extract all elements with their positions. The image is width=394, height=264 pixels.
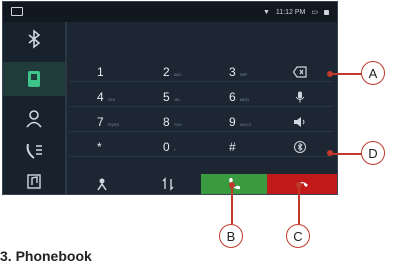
key-sublabel: TUV: [173, 122, 182, 127]
sidebar: [3, 22, 67, 194]
key-sublabel: JKL: [173, 97, 181, 102]
key-0[interactable]: 0 +: [135, 137, 201, 157]
key-7[interactable]: 7 PQRS: [69, 112, 135, 132]
bluetooth-link-icon: [28, 29, 41, 49]
key-label: 8: [163, 114, 170, 129]
sidebar-item-call-log[interactable]: [3, 134, 65, 168]
key-2[interactable]: 2 ABC: [135, 62, 201, 82]
callout-c: C: [286, 224, 310, 248]
contact-picker-button[interactable]: [69, 174, 135, 194]
backspace-button[interactable]: [267, 62, 333, 82]
callout-a: A: [361, 61, 385, 85]
signal-icon: ▼: [262, 8, 270, 16]
music-icon: [27, 174, 41, 189]
key-sublabel: WXYZ: [239, 122, 252, 127]
key-sublabel: PQRS: [107, 122, 120, 127]
person-icon: [97, 178, 107, 191]
key-6[interactable]: 6 MNO: [201, 87, 267, 107]
callout-d-line: [330, 153, 362, 155]
key-8[interactable]: 8 TUV: [135, 112, 201, 132]
sidebar-item-dialpad[interactable]: [3, 62, 67, 96]
status-time: 11:12 PM: [275, 8, 306, 16]
bluetooth-circle-icon: [294, 140, 306, 153]
key-label: 1: [97, 64, 104, 79]
speaker-icon: [294, 116, 305, 127]
transfer-arrows-icon: [162, 177, 174, 191]
microphone-icon: [295, 91, 305, 102]
callout-a-line: [330, 73, 362, 75]
key-label: 0: [163, 139, 170, 154]
key-star[interactable]: *: [69, 137, 135, 157]
speaker-button[interactable]: [267, 112, 333, 132]
settings-icon[interactable]: [324, 9, 329, 15]
key-hash[interactable]: #: [201, 137, 267, 157]
key-1[interactable]: 1: [69, 62, 135, 82]
key-label: 9: [229, 114, 236, 129]
key-sublabel: MNO: [239, 97, 250, 102]
battery-icon: ▭: [311, 9, 318, 16]
sidebar-divider: [65, 22, 67, 194]
key-sublabel: +: [173, 147, 177, 152]
callout-b-line: [231, 186, 233, 224]
home-icon[interactable]: [11, 7, 23, 16]
key-5[interactable]: 5 JKL: [135, 87, 201, 107]
bluetooth-handsfree-button[interactable]: [267, 137, 333, 157]
callout-b: B: [219, 224, 243, 248]
key-9[interactable]: 9 WXYZ: [201, 112, 267, 132]
contacts-icon: [26, 110, 42, 128]
key-4[interactable]: 4 GHI: [69, 87, 135, 107]
key-3[interactable]: 3 DEF: [201, 62, 267, 82]
sidebar-item-bluetooth[interactable]: [3, 22, 65, 56]
callout-c-line: [298, 186, 300, 224]
transfer-button[interactable]: [135, 174, 201, 194]
key-label: *: [97, 139, 102, 154]
key-label: 5: [163, 89, 170, 104]
sidebar-item-contacts[interactable]: [3, 102, 65, 136]
end-call-button[interactable]: [267, 174, 337, 194]
key-label: 7: [97, 114, 104, 129]
key-label: #: [229, 139, 236, 154]
key-sublabel: DEF: [239, 72, 248, 77]
key-label: 6: [229, 89, 236, 104]
key-label: 3: [229, 64, 236, 79]
status-bar: ▼ 11:12 PM ▭: [3, 2, 337, 22]
key-label: 4: [97, 89, 104, 104]
callout-d: D: [361, 141, 385, 165]
sidebar-item-music[interactable]: [3, 164, 65, 194]
key-label: 2: [163, 64, 170, 79]
key-sublabel: GHI: [107, 97, 115, 102]
dialpad-icon: [28, 71, 40, 87]
phone-screen: ▼ 11:12 PM ▭ 1 2 ABC 3 DEF 4 GHI 5 JKL 6…: [2, 1, 338, 195]
section-caption: 3. Phonebook: [0, 248, 92, 264]
call-log-icon: [26, 143, 42, 159]
key-sublabel: ABC: [173, 72, 182, 77]
backspace-icon: [293, 65, 307, 78]
mute-microphone-button[interactable]: [267, 87, 333, 107]
